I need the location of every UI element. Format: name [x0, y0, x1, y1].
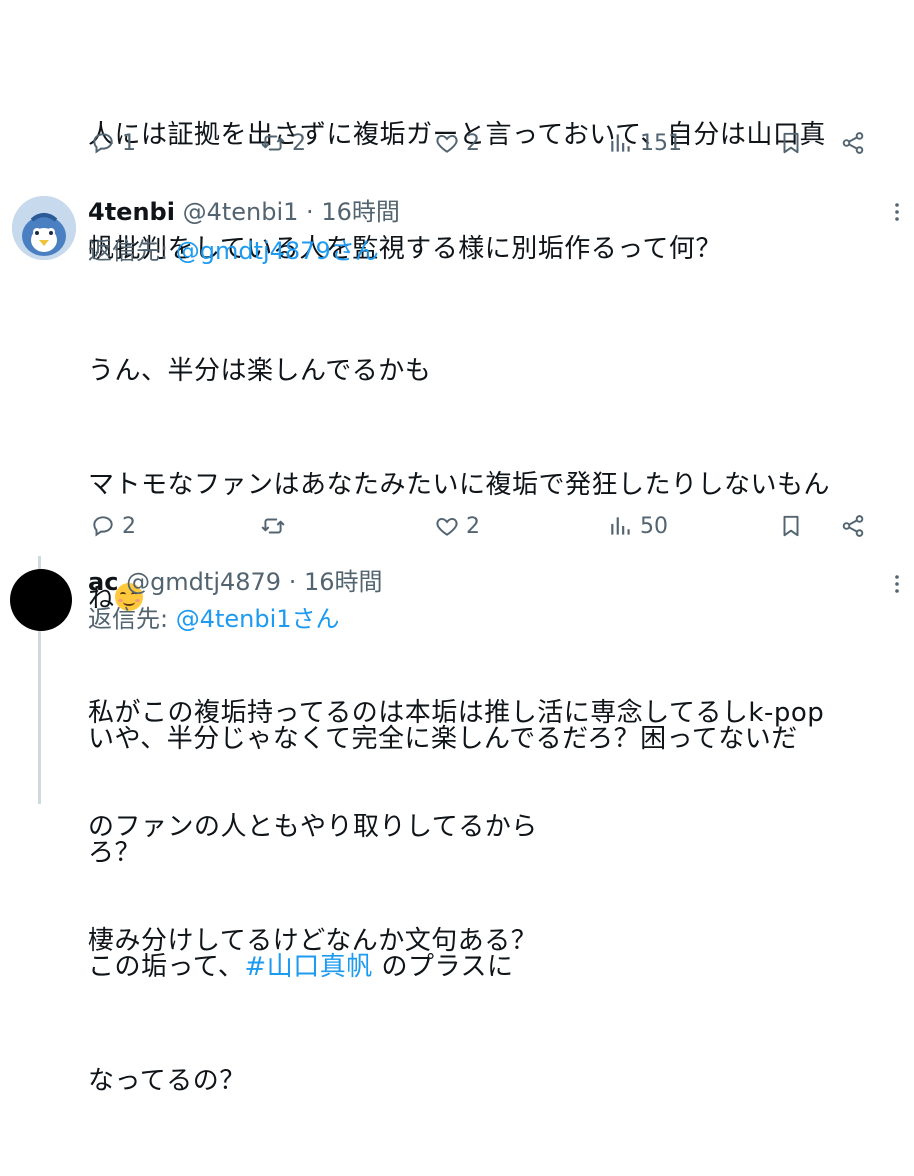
retweet-button[interactable]: 2 — [260, 130, 306, 156]
tweet-1-line-1: 人には証拠を出さずに複垢ガーと言っておいて、自分は山口真 — [88, 120, 826, 150]
reply-button[interactable]: 2 — [90, 513, 136, 539]
tweet-2-line-1: うん、半分は楽しんでるかも — [88, 356, 432, 386]
timestamp[interactable]: 16時間 — [321, 198, 400, 226]
like-count: 2 — [466, 513, 480, 539]
views-button[interactable]: 50 — [608, 513, 668, 539]
like-count: 2 — [466, 130, 480, 156]
tweet-2-line-2: マトモなファンはあなたみたいに複垢で発狂したりしないもん — [88, 470, 831, 500]
share-button[interactable] — [840, 130, 866, 156]
avatar[interactable] — [12, 196, 76, 260]
separator-dot: · — [298, 198, 322, 226]
reply-count: 2 — [122, 513, 136, 539]
reply-icon — [93, 133, 113, 154]
piplup-avatar-icon — [12, 196, 76, 260]
user-handle[interactable]: @gmdtj4879 — [126, 568, 281, 596]
bookmark-button[interactable] — [778, 130, 804, 156]
retweet-button[interactable] — [260, 513, 292, 539]
bookmark-icon — [783, 515, 799, 537]
reply-to-prefix: 返信先: — [88, 605, 176, 633]
tweet-3-line-2: ろ？ — [88, 838, 142, 868]
more-button[interactable] — [885, 572, 909, 596]
reply-icon — [93, 516, 113, 537]
more-button[interactable] — [885, 200, 909, 224]
retweet-count: 2 — [292, 130, 306, 156]
views-count: 50 — [640, 513, 668, 539]
timestamp[interactable]: 16時間 — [304, 568, 383, 596]
retweet-icon — [261, 518, 285, 534]
reply-to: 返信先: @4tenbi1さん — [88, 603, 340, 635]
more-icon — [895, 203, 899, 221]
reply-to-mention[interactable]: @4tenbi1さん — [176, 605, 340, 633]
views-icon — [611, 517, 630, 535]
retweet-icon — [261, 135, 285, 151]
like-icon — [436, 134, 458, 153]
user-handle[interactable]: @4tenbi1 — [183, 198, 299, 226]
reply-count: 1 — [122, 130, 136, 156]
views-count: 151 — [640, 130, 682, 156]
share-icon — [842, 132, 864, 154]
views-button[interactable]: 151 — [608, 130, 682, 156]
reply-to: 返信先: @gmdtj4879さん — [88, 235, 379, 267]
like-icon — [436, 517, 458, 536]
reply-to-mention[interactable]: @gmdtj4879さん — [176, 237, 379, 265]
share-icon — [842, 515, 864, 537]
views-icon — [611, 134, 630, 152]
display-name[interactable]: ac — [88, 568, 118, 596]
hashtag-link[interactable]: #山口真帆 — [244, 952, 372, 982]
reply-to-prefix: 返信先: — [88, 237, 176, 265]
separator-dot: · — [281, 568, 304, 596]
like-button[interactable]: 2 — [434, 513, 480, 539]
avatar[interactable] — [10, 569, 72, 631]
tweet-3-line-3-suffix: のプラスに — [372, 952, 514, 982]
tweet-2-header: 4tenbi @4tenbi1 · 16時間 — [88, 196, 400, 228]
share-button[interactable] — [840, 513, 866, 539]
tweet-3-line-3-prefix: この垢って、 — [88, 952, 245, 982]
like-button[interactable]: 2 — [434, 130, 480, 156]
tweet-3-header: ac @gmdtj4879 · 16時間 — [88, 566, 383, 598]
tweet-3-line-1: いや、半分じゃなくて完全に楽しんでるだろ？困ってないだ — [88, 724, 798, 754]
tweet-3-line-4: なってるの？ — [88, 1066, 246, 1096]
more-icon — [895, 575, 899, 593]
reply-button[interactable]: 1 — [90, 130, 136, 156]
tweet-3-line-3: この垢って、#山口真帆 のプラスに — [88, 948, 888, 986]
bookmark-button[interactable] — [778, 513, 804, 539]
display-name[interactable]: 4tenbi — [88, 198, 175, 226]
tweet-3-text: いや、半分じゃなくて完全に楽しんでるだろ？困ってないだ ろ？ この垢って、#山口… — [88, 644, 888, 1176]
bookmark-icon — [783, 132, 799, 154]
